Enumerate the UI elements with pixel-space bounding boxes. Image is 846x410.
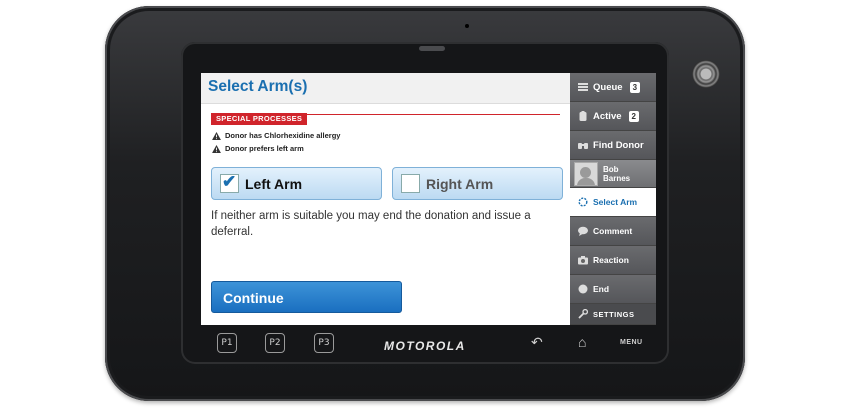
right-arm-toggle[interactable]: Right Arm xyxy=(392,167,563,200)
sidebar-item-label: Reaction xyxy=(593,255,629,265)
p2-button[interactable]: P2 xyxy=(265,333,285,353)
sidebar-item-label: End xyxy=(593,284,610,294)
left-arm-label: Left Arm xyxy=(245,175,303,192)
sidebar: Queue 3 Active 2 Find Donor Bob Barnes S… xyxy=(570,73,656,325)
sidebar-item-label: Find Donor xyxy=(593,139,644,151)
comment-icon xyxy=(578,226,588,236)
binoculars-icon xyxy=(578,143,588,149)
menu-button[interactable]: MENU xyxy=(620,339,643,346)
home-icon[interactable]: ⌂ xyxy=(578,334,586,350)
deferral-info-text: If neither arm is suitable you may end t… xyxy=(211,210,531,238)
speaker-grille xyxy=(419,46,445,51)
warning-item: Donor prefers left arm xyxy=(212,144,304,153)
sidebar-item-end[interactable]: End xyxy=(570,275,656,304)
donor-profile[interactable]: Bob Barnes xyxy=(570,160,656,188)
avatar xyxy=(574,161,598,186)
wrench-icon xyxy=(578,309,588,319)
active-count-badge: 2 xyxy=(628,110,639,122)
sidebar-item-active[interactable]: Active 2 xyxy=(570,102,656,131)
app-screen: Select Arm(s) SPECIAL PROCESSES Donor ha… xyxy=(201,73,656,325)
blood-bag-icon xyxy=(579,111,587,121)
right-arm-label: Right Arm xyxy=(426,175,494,192)
right-arm-checkbox[interactable] xyxy=(401,174,420,193)
page-header: Select Arm(s) xyxy=(201,73,570,104)
sidebar-item-reaction[interactable]: Reaction xyxy=(570,246,656,275)
main-panel: Select Arm(s) SPECIAL PROCESSES Donor ha… xyxy=(201,73,570,325)
donor-name: Bob Barnes xyxy=(603,165,630,183)
front-camera xyxy=(465,24,469,28)
back-icon[interactable]: ↶ xyxy=(531,334,543,351)
queue-count-badge: 3 xyxy=(629,81,641,93)
warning-text: Donor prefers left arm xyxy=(225,144,304,153)
sidebar-item-label: Select Arm xyxy=(593,197,638,207)
continue-button[interactable]: Continue xyxy=(211,281,402,313)
sidebar-item-label: SETTINGS xyxy=(593,309,635,319)
warning-item: Donor has Chlorhexidine allergy xyxy=(212,131,340,140)
list-icon xyxy=(578,83,588,91)
sidebar-item-find-donor[interactable]: Find Donor xyxy=(570,131,656,160)
warning-icon xyxy=(212,144,221,153)
page-title: Select Arm(s) xyxy=(208,78,308,95)
camera-icon xyxy=(578,256,588,265)
sidebar-item-label: Comment xyxy=(593,226,633,236)
sidebar-item-label: Queue xyxy=(593,81,623,93)
p1-button[interactable]: P1 xyxy=(217,333,237,353)
brand-logo: MOTOROLA xyxy=(384,339,466,353)
left-arm-toggle[interactable]: ✔ Left Arm xyxy=(211,167,382,200)
special-processes-badge: SPECIAL PROCESSES xyxy=(211,113,308,125)
check-icon: ✔ xyxy=(222,172,237,191)
sidebar-item-select-arm[interactable]: Select Arm xyxy=(570,188,656,217)
sidebar-item-label: Active xyxy=(593,110,622,122)
p3-button[interactable]: P3 xyxy=(314,333,334,353)
sidebar-item-comment[interactable]: Comment xyxy=(570,217,656,246)
warning-icon xyxy=(212,131,221,140)
warning-text: Donor has Chlorhexidine allergy xyxy=(225,131,341,140)
donor-first-name: Bob xyxy=(603,164,619,174)
camera-lens xyxy=(692,60,720,88)
left-arm-checkbox[interactable]: ✔ xyxy=(220,172,239,193)
spinner-icon xyxy=(578,197,588,207)
donor-last-name: Barnes xyxy=(603,173,631,183)
sidebar-item-settings[interactable]: SETTINGS xyxy=(570,304,656,325)
circle-icon xyxy=(578,284,588,294)
sidebar-item-queue[interactable]: Queue 3 xyxy=(570,73,656,102)
